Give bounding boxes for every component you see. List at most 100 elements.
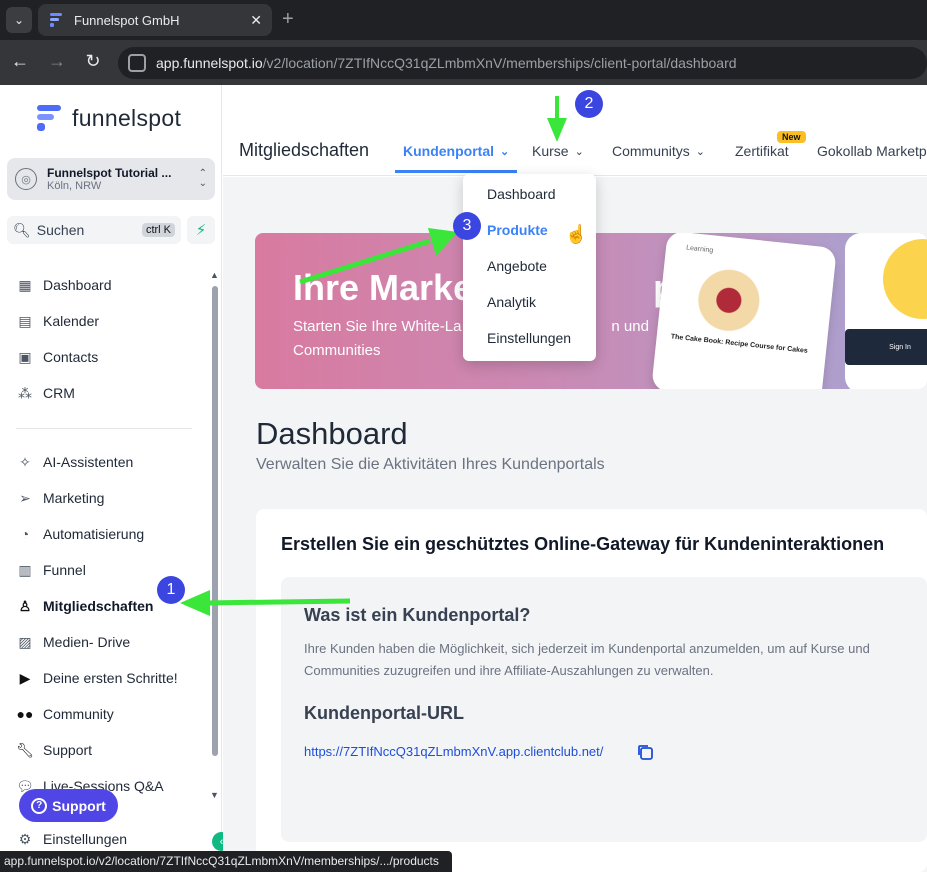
- funnel-icon: ▥: [18, 561, 32, 578]
- search-icon: 🔍︎: [13, 221, 31, 238]
- funnelspot-logo[interactable]: funnelspot: [34, 103, 181, 133]
- banner-sub-c: Communities: [293, 342, 381, 359]
- chevron-updown-icon: ⌃ ⌄: [198, 168, 207, 189]
- sidebar-item-automatisierung[interactable]: ◔ Automatisierung: [16, 520, 144, 548]
- sidebar-item-support[interactable]: 🔧︎ Support: [16, 736, 92, 764]
- browser-tab[interactable]: Funnelspot GmbH ✕: [38, 4, 272, 36]
- chevron-down-icon: ⌄: [574, 145, 584, 158]
- tab-label: Communitys: [612, 143, 690, 159]
- close-tab-icon[interactable]: ✕: [250, 12, 262, 29]
- sidebar-divider: [16, 428, 192, 429]
- sidebar-item-label: Funnel: [43, 562, 86, 578]
- dropdown-item-angebote[interactable]: Angebote: [487, 258, 547, 274]
- send-icon: ➢: [19, 489, 31, 506]
- tab-label: Zertifikat: [735, 143, 789, 159]
- link-status-bar: app.funnelspot.io/v2/location/7ZTIfNccQ3…: [0, 851, 452, 872]
- url-domain: app.funnelspot.io: [156, 55, 263, 71]
- card-title: Erstellen Sie ein geschütztes Online-Gat…: [281, 534, 885, 554]
- search-input[interactable]: 🔍︎ Suchen ctrl K: [7, 216, 181, 244]
- tab-label: Gokollab Marketp: [817, 143, 927, 159]
- sidebar-item-medien-drive[interactable]: ▨ Medien- Drive: [16, 628, 130, 656]
- location-switcher[interactable]: ◎ Funnelspot Tutorial ... Köln, NRW ⌃ ⌄: [7, 158, 215, 200]
- logo-text: funnelspot: [72, 104, 182, 131]
- url-field[interactable]: app.funnelspot.io /v2/location/7ZTIfNccQ…: [118, 47, 927, 79]
- dropdown-item-einstellungen[interactable]: Einstellungen: [487, 330, 571, 346]
- phone-mockup-course: Learning The Cake Book: Recipe Course fo…: [651, 233, 837, 389]
- phone-learning-label: Learning: [685, 244, 714, 255]
- search-label: Suchen: [36, 222, 85, 238]
- tab-label: Kurse: [532, 143, 569, 159]
- sidebar-item-mitgliedschaften[interactable]: ♙ Mitgliedschaften: [16, 592, 154, 620]
- sidebar-item-kalender[interactable]: ▤ Kalender: [16, 307, 99, 335]
- tab-label: Kundenportal: [403, 143, 494, 159]
- bolt-icon: ⚡︎: [195, 222, 207, 239]
- page-subtitle: Verwalten Sie die Aktivitäten Ihres Kund…: [256, 456, 605, 473]
- sparkle-icon: ✧: [19, 453, 31, 470]
- new-tab-icon[interactable]: +: [282, 8, 294, 31]
- funnelspot-logo-icon: [34, 103, 64, 133]
- automation-icon: ◔: [20, 526, 30, 542]
- sidebar-item-marketing[interactable]: ➢ Marketing: [16, 484, 104, 512]
- chevron-down-icon: ⌄: [500, 145, 510, 158]
- sidebar-item-ai-assistenten[interactable]: ✧ AI-Assistenten: [16, 448, 133, 476]
- sidebar-item-crm[interactable]: ⁂ CRM: [16, 379, 75, 407]
- crm-icon: ⁂: [18, 384, 32, 401]
- tab-title: Funnelspot GmbH: [74, 12, 180, 28]
- location-avatar-icon: ◎: [15, 168, 37, 190]
- funnelspot-favicon-icon: [48, 12, 64, 28]
- question-heading: Was ist ein Kundenportal?: [304, 605, 531, 625]
- tab-zertifikat[interactable]: Zertifikat: [735, 143, 789, 159]
- portal-url-link[interactable]: https://7ZTIfNccQ31qZLmbmXnV.app.clientc…: [304, 744, 603, 759]
- location-name: Funnelspot Tutorial ...: [47, 166, 172, 180]
- sidebar-scrollbar[interactable]: ▲ ▼: [209, 270, 221, 810]
- scrollbar-thumb[interactable]: [212, 286, 218, 756]
- sidebar-item-label: Dashboard: [43, 277, 112, 293]
- new-badge: New: [777, 131, 806, 143]
- sidebar-item-funnel[interactable]: ▥ Funnel: [16, 556, 86, 584]
- question-text: Ihre Kunden haben die Möglichkeit, sich …: [304, 641, 870, 678]
- award-icon: ♙: [18, 597, 32, 614]
- cake-image: [669, 259, 817, 344]
- wrench-icon: 🔧︎: [16, 741, 34, 758]
- reload-icon[interactable]: ↻: [81, 51, 105, 72]
- contacts-icon: ▣: [18, 348, 32, 365]
- support-button[interactable]: ? Support: [19, 789, 118, 822]
- tab-kurse[interactable]: Kurse ⌄: [532, 143, 584, 159]
- sidebar-item-label: CRM: [43, 385, 75, 401]
- tab-gokollab-marketplace[interactable]: Gokollab Marketp: [817, 143, 927, 159]
- chevron-down-icon: ⌄: [695, 145, 706, 158]
- sidebar-item-label: AI-Assistenten: [43, 454, 134, 470]
- sidebar-item-label: Kalender: [43, 313, 100, 329]
- tab-search-icon[interactable]: ⌄: [6, 7, 32, 33]
- scroll-up-icon[interactable]: ▲: [210, 270, 219, 280]
- sidebar-item-einstellungen[interactable]: ⚙ Einstellungen: [16, 825, 127, 853]
- sidebar-item-label: Contacts: [43, 349, 99, 365]
- sidebar-item-label: Marketing: [43, 490, 105, 506]
- url-path: /v2/location/7ZTIfNccQ31qZLmbmXnV/member…: [262, 55, 737, 71]
- copy-icon[interactable]: [636, 743, 654, 761]
- tab-communitys[interactable]: Communitys ⌄: [612, 143, 705, 159]
- site-info-icon[interactable]: [128, 54, 146, 72]
- dropdown-item-produkte[interactable]: Produkte: [487, 222, 548, 238]
- quick-action-button[interactable]: ⚡︎: [187, 216, 215, 244]
- sidebar-item-label: Community: [43, 706, 114, 722]
- search-shortcut: ctrl K: [141, 223, 175, 237]
- dropdown-item-analytik[interactable]: Analytik: [487, 294, 536, 310]
- sidebar-item-erste-schritte[interactable]: ▶ Deine ersten Schritte!: [16, 664, 178, 692]
- sidebar-item-dashboard[interactable]: ▦ Dashboard: [16, 271, 112, 299]
- hand-cursor-icon: ☝: [565, 224, 588, 244]
- forward-icon[interactable]: →: [45, 51, 69, 72]
- banner-sub-a: Starten Sie Ihre White-La: [293, 318, 462, 335]
- page-title: Dashboard: [256, 416, 408, 451]
- scroll-down-icon[interactable]: ▼: [210, 790, 219, 800]
- step-badge-3: 3: [453, 212, 481, 240]
- step-badge-1: 1: [157, 576, 185, 604]
- back-icon[interactable]: ←: [8, 51, 32, 72]
- tab-kundenportal[interactable]: Kundenportal ⌄: [403, 143, 509, 159]
- sidebar-item-contacts[interactable]: ▣ Contacts: [16, 343, 98, 371]
- sidebar-item-community[interactable]: ●● Community: [16, 700, 114, 728]
- page-section-title: Mitgliedschaften: [239, 140, 370, 160]
- sidebar-item-label: Automatisierung: [43, 526, 145, 542]
- dropdown-item-dashboard[interactable]: Dashboard: [487, 186, 556, 202]
- banner-headline-start: Ihre Marke: [293, 267, 474, 308]
